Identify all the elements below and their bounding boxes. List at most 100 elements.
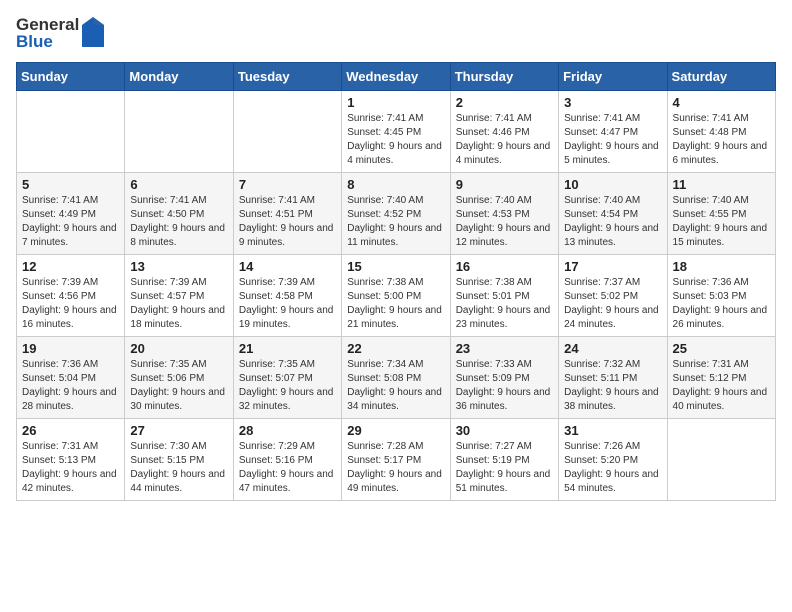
calendar-cell — [667, 419, 775, 501]
day-number: 18 — [673, 259, 770, 274]
day-number: 8 — [347, 177, 444, 192]
day-number: 20 — [130, 341, 227, 356]
calendar-cell: 19 Sunrise: 7:36 AM Sunset: 5:04 PM Dayli… — [17, 337, 125, 419]
calendar-cell: 18 Sunrise: 7:36 AM Sunset: 5:03 PM Dayli… — [667, 255, 775, 337]
day-info: Sunrise: 7:29 AM Sunset: 5:16 PM Dayligh… — [239, 440, 336, 496]
day-number: 14 — [239, 259, 336, 274]
day-number: 26 — [22, 423, 119, 438]
day-info: Sunrise: 7:41 AM Sunset: 4:46 PM Dayligh… — [456, 112, 553, 168]
calendar-cell — [17, 91, 125, 173]
calendar-cell: 30 Sunrise: 7:27 AM Sunset: 5:19 PM Dayli… — [450, 419, 558, 501]
day-number: 10 — [564, 177, 661, 192]
day-info: Sunrise: 7:26 AM Sunset: 5:20 PM Dayligh… — [564, 440, 661, 496]
calendar-cell: 31Sunrise: 7:26 AM Sunset: 5:20 PM Dayli… — [559, 419, 667, 501]
page-header: General Blue — [16, 16, 776, 50]
day-info: Sunrise: 7:39 AM Sunset: 4:56 PM Dayligh… — [22, 276, 119, 332]
day-header-friday: Friday — [559, 63, 667, 91]
day-info: Sunrise: 7:38 AM Sunset: 5:01 PM Dayligh… — [456, 276, 553, 332]
calendar-week-row: 5 Sunrise: 7:41 AM Sunset: 4:49 PM Daylig… — [17, 173, 776, 255]
day-number: 24 — [564, 341, 661, 356]
day-info: Sunrise: 7:31 AM Sunset: 5:12 PM Dayligh… — [673, 358, 770, 414]
calendar-cell: 1Sunrise: 7:41 AM Sunset: 4:45 PM Daylig… — [342, 91, 450, 173]
day-header-wednesday: Wednesday — [342, 63, 450, 91]
day-info: Sunrise: 7:41 AM Sunset: 4:45 PM Dayligh… — [347, 112, 444, 168]
calendar-week-row: 1Sunrise: 7:41 AM Sunset: 4:45 PM Daylig… — [17, 91, 776, 173]
calendar-cell: 8 Sunrise: 7:40 AM Sunset: 4:52 PM Daylig… — [342, 173, 450, 255]
day-number: 16 — [456, 259, 553, 274]
calendar-cell: 7 Sunrise: 7:41 AM Sunset: 4:51 PM Daylig… — [233, 173, 341, 255]
calendar-header-row: SundayMondayTuesdayWednesdayThursdayFrid… — [17, 63, 776, 91]
calendar-cell: 22Sunrise: 7:34 AM Sunset: 5:08 PM Dayli… — [342, 337, 450, 419]
day-info: Sunrise: 7:40 AM Sunset: 4:53 PM Dayligh… — [456, 194, 553, 250]
day-header-sunday: Sunday — [17, 63, 125, 91]
day-info: Sunrise: 7:41 AM Sunset: 4:48 PM Dayligh… — [673, 112, 770, 168]
day-number: 25 — [673, 341, 770, 356]
day-number: 23 — [456, 341, 553, 356]
day-header-monday: Monday — [125, 63, 233, 91]
day-info: Sunrise: 7:33 AM Sunset: 5:09 PM Dayligh… — [456, 358, 553, 414]
day-number: 12 — [22, 259, 119, 274]
calendar-cell: 3 Sunrise: 7:41 AM Sunset: 4:47 PM Daylig… — [559, 91, 667, 173]
day-info: Sunrise: 7:41 AM Sunset: 4:49 PM Dayligh… — [22, 194, 119, 250]
calendar-cell: 25 Sunrise: 7:31 AM Sunset: 5:12 PM Dayli… — [667, 337, 775, 419]
day-number: 22 — [347, 341, 444, 356]
calendar-cell: 2 Sunrise: 7:41 AM Sunset: 4:46 PM Daylig… — [450, 91, 558, 173]
calendar-week-row: 26 Sunrise: 7:31 AM Sunset: 5:13 PM Dayli… — [17, 419, 776, 501]
calendar-cell: 6Sunrise: 7:41 AM Sunset: 4:50 PM Daylig… — [125, 173, 233, 255]
calendar-cell: 17Sunrise: 7:37 AM Sunset: 5:02 PM Dayli… — [559, 255, 667, 337]
day-info: Sunrise: 7:36 AM Sunset: 5:04 PM Dayligh… — [22, 358, 119, 414]
calendar-cell: 28 Sunrise: 7:29 AM Sunset: 5:16 PM Dayli… — [233, 419, 341, 501]
day-number: 15 — [347, 259, 444, 274]
day-number: 7 — [239, 177, 336, 192]
calendar-cell: 13Sunrise: 7:39 AM Sunset: 4:57 PM Dayli… — [125, 255, 233, 337]
calendar-cell — [233, 91, 341, 173]
day-info: Sunrise: 7:31 AM Sunset: 5:13 PM Dayligh… — [22, 440, 119, 496]
day-header-thursday: Thursday — [450, 63, 558, 91]
calendar-week-row: 12 Sunrise: 7:39 AM Sunset: 4:56 PM Dayli… — [17, 255, 776, 337]
logo: General Blue — [16, 16, 104, 50]
day-number: 3 — [564, 95, 661, 110]
calendar-cell: 12 Sunrise: 7:39 AM Sunset: 4:56 PM Dayli… — [17, 255, 125, 337]
day-info: Sunrise: 7:40 AM Sunset: 4:54 PM Dayligh… — [564, 194, 661, 250]
day-number: 19 — [22, 341, 119, 356]
calendar-table: SundayMondayTuesdayWednesdayThursdayFrid… — [16, 62, 776, 501]
day-info: Sunrise: 7:41 AM Sunset: 4:50 PM Dayligh… — [130, 194, 227, 250]
calendar-cell: 29Sunrise: 7:28 AM Sunset: 5:17 PM Dayli… — [342, 419, 450, 501]
day-info: Sunrise: 7:40 AM Sunset: 4:55 PM Dayligh… — [673, 194, 770, 250]
day-number: 5 — [22, 177, 119, 192]
day-header-tuesday: Tuesday — [233, 63, 341, 91]
logo-blue-text: Blue — [16, 33, 79, 50]
day-info: Sunrise: 7:27 AM Sunset: 5:19 PM Dayligh… — [456, 440, 553, 496]
calendar-cell: 27 Sunrise: 7:30 AM Sunset: 5:15 PM Dayli… — [125, 419, 233, 501]
day-info: Sunrise: 7:35 AM Sunset: 5:06 PM Dayligh… — [130, 358, 227, 414]
day-number: 29 — [347, 423, 444, 438]
calendar-cell: 5 Sunrise: 7:41 AM Sunset: 4:49 PM Daylig… — [17, 173, 125, 255]
day-info: Sunrise: 7:39 AM Sunset: 4:57 PM Dayligh… — [130, 276, 227, 332]
day-info: Sunrise: 7:40 AM Sunset: 4:52 PM Dayligh… — [347, 194, 444, 250]
day-number: 9 — [456, 177, 553, 192]
day-info: Sunrise: 7:36 AM Sunset: 5:03 PM Dayligh… — [673, 276, 770, 332]
calendar-cell: 14 Sunrise: 7:39 AM Sunset: 4:58 PM Dayli… — [233, 255, 341, 337]
calendar-cell: 4 Sunrise: 7:41 AM Sunset: 4:48 PM Daylig… — [667, 91, 775, 173]
day-number: 21 — [239, 341, 336, 356]
day-info: Sunrise: 7:35 AM Sunset: 5:07 PM Dayligh… — [239, 358, 336, 414]
day-info: Sunrise: 7:41 AM Sunset: 4:47 PM Dayligh… — [564, 112, 661, 168]
calendar-cell: 26 Sunrise: 7:31 AM Sunset: 5:13 PM Dayli… — [17, 419, 125, 501]
day-number: 27 — [130, 423, 227, 438]
calendar-cell: 24 Sunrise: 7:32 AM Sunset: 5:11 PM Dayli… — [559, 337, 667, 419]
day-info: Sunrise: 7:41 AM Sunset: 4:51 PM Dayligh… — [239, 194, 336, 250]
day-number: 4 — [673, 95, 770, 110]
calendar-cell: 16 Sunrise: 7:38 AM Sunset: 5:01 PM Dayli… — [450, 255, 558, 337]
day-header-saturday: Saturday — [667, 63, 775, 91]
day-number: 28 — [239, 423, 336, 438]
day-number: 2 — [456, 95, 553, 110]
day-info: Sunrise: 7:32 AM Sunset: 5:11 PM Dayligh… — [564, 358, 661, 414]
calendar-cell: 9 Sunrise: 7:40 AM Sunset: 4:53 PM Daylig… — [450, 173, 558, 255]
calendar-cell: 10 Sunrise: 7:40 AM Sunset: 4:54 PM Dayli… — [559, 173, 667, 255]
calendar-cell: 15 Sunrise: 7:38 AM Sunset: 5:00 PM Dayli… — [342, 255, 450, 337]
day-info: Sunrise: 7:30 AM Sunset: 5:15 PM Dayligh… — [130, 440, 227, 496]
day-number: 30 — [456, 423, 553, 438]
day-info: Sunrise: 7:38 AM Sunset: 5:00 PM Dayligh… — [347, 276, 444, 332]
day-info: Sunrise: 7:39 AM Sunset: 4:58 PM Dayligh… — [239, 276, 336, 332]
calendar-cell: 20 Sunrise: 7:35 AM Sunset: 5:06 PM Dayli… — [125, 337, 233, 419]
